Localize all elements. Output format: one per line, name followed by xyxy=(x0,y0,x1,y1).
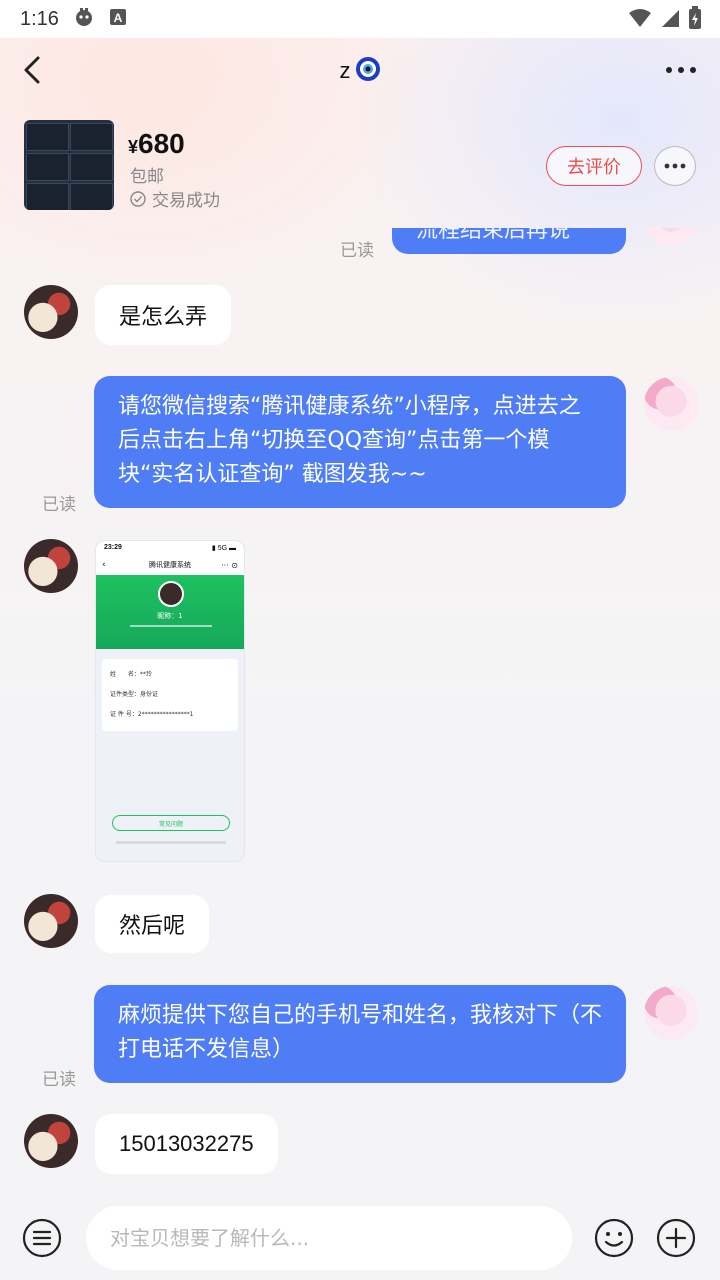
chat-messages[interactable]: 流程结束后再说 已读 是怎么弄 请您微信搜索“腾讯健康系统”小程序，点进去之后点… xyxy=(0,228,720,1200)
image-subtitle-line xyxy=(130,625,212,627)
message-input[interactable] xyxy=(86,1206,572,1270)
message-bubble: 麻烦提供下您自己的手机号和姓名，我核对下（不打电话不发信息） xyxy=(94,985,626,1083)
check-circle-icon xyxy=(130,190,146,207)
image-title: 腾讯健康系统 xyxy=(149,561,191,569)
image-time: 23:29 xyxy=(104,544,122,551)
avatar[interactable] xyxy=(644,377,698,431)
avatar[interactable] xyxy=(24,1114,78,1168)
field-value: **玲 xyxy=(140,671,153,678)
product-price: ¥680 xyxy=(128,128,185,160)
more-icon xyxy=(666,67,696,73)
smiley-icon xyxy=(594,1218,634,1258)
read-receipt: 已读 xyxy=(340,241,374,261)
field-label: 证 件 号： xyxy=(110,711,138,718)
message-bubble: 请您微信搜索“腾讯健康系统”小程序，点进去之后点击右上角“切换至QQ查询”点击第… xyxy=(94,376,626,508)
field-label: 证件类型： xyxy=(110,691,141,698)
chat-title: z xyxy=(339,58,351,83)
message-bubble: 15013032275 xyxy=(95,1114,278,1174)
image-green-banner: 昵称：1 xyxy=(96,575,244,649)
message-text: 请您微信搜索“腾讯健康系统”小程序，点进去之后点击右上角“切换至QQ查询”点击第… xyxy=(118,394,581,487)
wifi-icon xyxy=(628,8,652,32)
evil-eye-icon xyxy=(355,56,381,86)
title-area: z xyxy=(0,56,720,86)
product-thumbnail[interactable] xyxy=(24,120,114,210)
input-bar xyxy=(0,1200,720,1280)
image-nickname: 昵称：1 xyxy=(96,611,244,621)
read-receipt: 已读 xyxy=(42,1070,76,1090)
screenshot-message-image[interactable]: 23:29 ▮ 5G ▬ ‹ 腾讯健康系统 ··· ⊙ 昵称：1 姓 名：**玲 … xyxy=(95,540,245,862)
image-info-card: 姓 名：**玲 证件类型：身份证 证 件 号：2****************… xyxy=(102,659,238,731)
thumb-cell xyxy=(26,153,69,181)
image-signal-icon: ▮ 5G ▬ xyxy=(211,545,236,552)
avatar[interactable] xyxy=(24,539,78,593)
battery-icon xyxy=(688,6,702,34)
message-text: 麻烦提供下您自己的手机号和姓名，我核对下（不打电话不发信息） xyxy=(118,1003,603,1062)
faq-label: 常见问题 xyxy=(158,820,183,828)
image-title-bar: ‹ 腾讯健康系统 ··· ⊙ xyxy=(96,555,244,575)
nickname-value: 1 xyxy=(178,612,183,620)
image-faq-button: 常见问题 xyxy=(112,815,230,831)
currency-symbol: ¥ xyxy=(128,137,139,157)
avatar[interactable] xyxy=(24,894,78,948)
image-field-row: 证 件 号：2****************1 xyxy=(110,705,230,725)
chat-header: z ¥680 包邮 交易成功 去评价 xyxy=(0,38,720,228)
plus-button[interactable] xyxy=(656,1218,696,1258)
product-more-button[interactable] xyxy=(654,146,696,186)
more-button[interactable] xyxy=(664,60,698,80)
field-label: 姓 名： xyxy=(110,671,141,678)
read-receipt: 已读 xyxy=(42,495,76,515)
thumb-cell xyxy=(26,183,69,210)
emoji-button[interactable] xyxy=(594,1218,634,1258)
avatar[interactable] xyxy=(24,285,78,339)
image-field-row: 证件类型：身份证 xyxy=(110,685,230,705)
image-field-row: 姓 名：**玲 xyxy=(110,665,230,685)
image-more-icon: ··· ⊙ xyxy=(221,560,238,570)
message-bubble: 是怎么弄 xyxy=(95,285,232,345)
avatar[interactable] xyxy=(644,986,698,1040)
field-value: 2****************1 xyxy=(137,711,194,718)
price-value: 680 xyxy=(138,128,185,159)
deal-status-text: 交易成功 xyxy=(152,191,220,211)
thumb-cell xyxy=(70,123,113,151)
svg-text:A: A xyxy=(114,11,123,25)
status-time: 1:16 xyxy=(20,7,59,30)
field-value: 身份证 xyxy=(140,691,159,698)
status-bar: 1:16 A xyxy=(0,0,720,38)
nickname-label: 昵称： xyxy=(157,612,179,620)
plus-icon xyxy=(656,1218,696,1258)
keyboard-a-icon: A xyxy=(109,8,127,30)
image-avatar xyxy=(158,581,184,607)
image-footer-line xyxy=(116,841,226,844)
image-back-icon: ‹ xyxy=(102,560,106,570)
deal-status: 交易成功 xyxy=(130,186,220,211)
thumb-cell xyxy=(26,123,69,151)
message-text: 流程结束后再说 xyxy=(416,228,571,243)
signal-icon xyxy=(660,8,680,32)
thumb-cell xyxy=(70,183,113,210)
message-text: 是怎么弄 xyxy=(119,305,208,330)
menu-button[interactable] xyxy=(22,1218,62,1258)
message-bubble-partial: 流程结束后再说 xyxy=(392,228,626,254)
message-text: 然后呢 xyxy=(119,914,186,939)
app-notification-icon xyxy=(73,6,95,32)
review-button[interactable]: 去评价 xyxy=(546,146,642,186)
image-status-bar: 23:29 ▮ 5G ▬ xyxy=(96,541,244,555)
shipping-label: 包邮 xyxy=(130,167,164,187)
more-icon xyxy=(664,163,686,169)
thumb-cell xyxy=(70,153,113,181)
avatar[interactable] xyxy=(644,228,698,246)
menu-icon xyxy=(22,1218,62,1258)
message-text: 15013032275 xyxy=(119,1131,254,1156)
message-bubble: 然后呢 xyxy=(95,895,210,953)
